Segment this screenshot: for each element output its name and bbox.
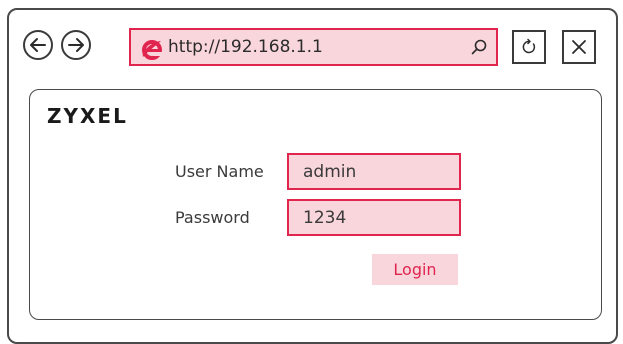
close-icon [572,40,586,54]
password-label: Password [175,208,250,227]
search-icon[interactable] [470,38,488,56]
brand-logo: ZYXEL [47,104,128,128]
arrow-right-icon [68,38,84,52]
close-button[interactable] [562,30,596,64]
address-bar[interactable]: http://192.168.1.1 [129,28,498,66]
username-field[interactable] [287,153,461,190]
login-button[interactable]: Login [372,254,458,285]
password-field[interactable] [287,199,461,236]
login-page-panel: ZYXEL User Name Password Login [29,89,602,320]
internet-explorer-icon [142,40,162,60]
arrow-left-icon [30,38,46,52]
forward-button[interactable] [61,30,91,60]
back-button[interactable] [23,30,53,60]
username-label: User Name [175,162,264,181]
refresh-icon [522,38,536,54]
refresh-button[interactable] [512,30,546,64]
url-text: http://192.168.1.1 [168,37,323,57]
browser-window: http://192.168.1.1 ZYXEL User Name Passw… [7,8,618,344]
